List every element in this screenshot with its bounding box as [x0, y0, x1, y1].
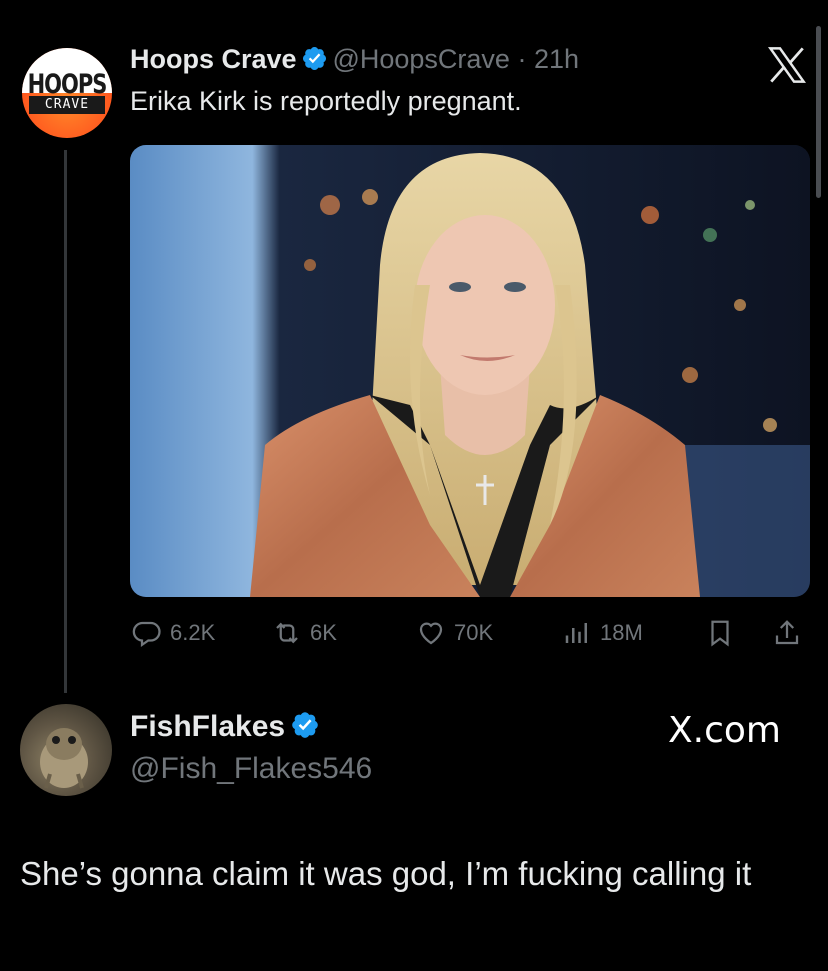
- like-icon: [419, 622, 443, 645]
- share-icon: [775, 620, 799, 645]
- x-com-watermark: X.com: [668, 710, 781, 751]
- repost-count: 6K: [310, 620, 337, 645]
- tweet-header: Hoops Crave @HoopsCrave · 21h: [130, 44, 579, 75]
- bookmark-action[interactable]: [705, 617, 743, 649]
- reply-text: She’s gonna claim it was god, I’m fuckin…: [20, 855, 752, 892]
- scrollbar[interactable]: [816, 26, 821, 198]
- x-logo-icon: [768, 47, 806, 83]
- reply-action[interactable]: 6.2K: [132, 617, 215, 649]
- photo-woman-in-studio: [130, 145, 810, 597]
- thread-connector-line: [64, 150, 67, 693]
- reply-icon: [132, 621, 161, 648]
- reply-display-name[interactable]: FishFlakes: [130, 710, 285, 743]
- reply-count: 6.2K: [170, 620, 216, 645]
- views-icon: [565, 623, 587, 643]
- verified-badge-icon: [302, 46, 327, 71]
- repost-action[interactable]: 6K: [272, 617, 337, 649]
- tweet-photo[interactable]: [130, 145, 810, 597]
- hoops-crave-avatar[interactable]: HOOPS CRAVE: [22, 48, 112, 138]
- repost-icon: [276, 622, 298, 644]
- share-action[interactable]: [772, 617, 810, 649]
- views-count: 18M: [600, 620, 643, 645]
- verified-badge-icon: [291, 712, 318, 738]
- tweet-text: Erika Kirk is reportedly pregnant.: [130, 86, 522, 116]
- avatar-photo: [40, 728, 88, 789]
- avatar-logo-text-top: HOOPS: [27, 69, 108, 99]
- author-handle-and-time[interactable]: @HoopsCrave · 21h: [332, 44, 579, 74]
- like-count: 70K: [454, 620, 494, 645]
- fishflakes-avatar[interactable]: [20, 704, 112, 796]
- reply-handle[interactable]: @Fish_Flakes546: [130, 752, 372, 786]
- reply-author-line: FishFlakes: [130, 710, 320, 744]
- views-action[interactable]: 18M: [562, 617, 643, 649]
- author-display-name[interactable]: Hoops Crave: [130, 44, 297, 74]
- like-action[interactable]: 70K: [416, 617, 493, 649]
- bookmark-icon: [711, 620, 729, 647]
- avatar-logo-text-bottom: CRAVE: [29, 96, 105, 114]
